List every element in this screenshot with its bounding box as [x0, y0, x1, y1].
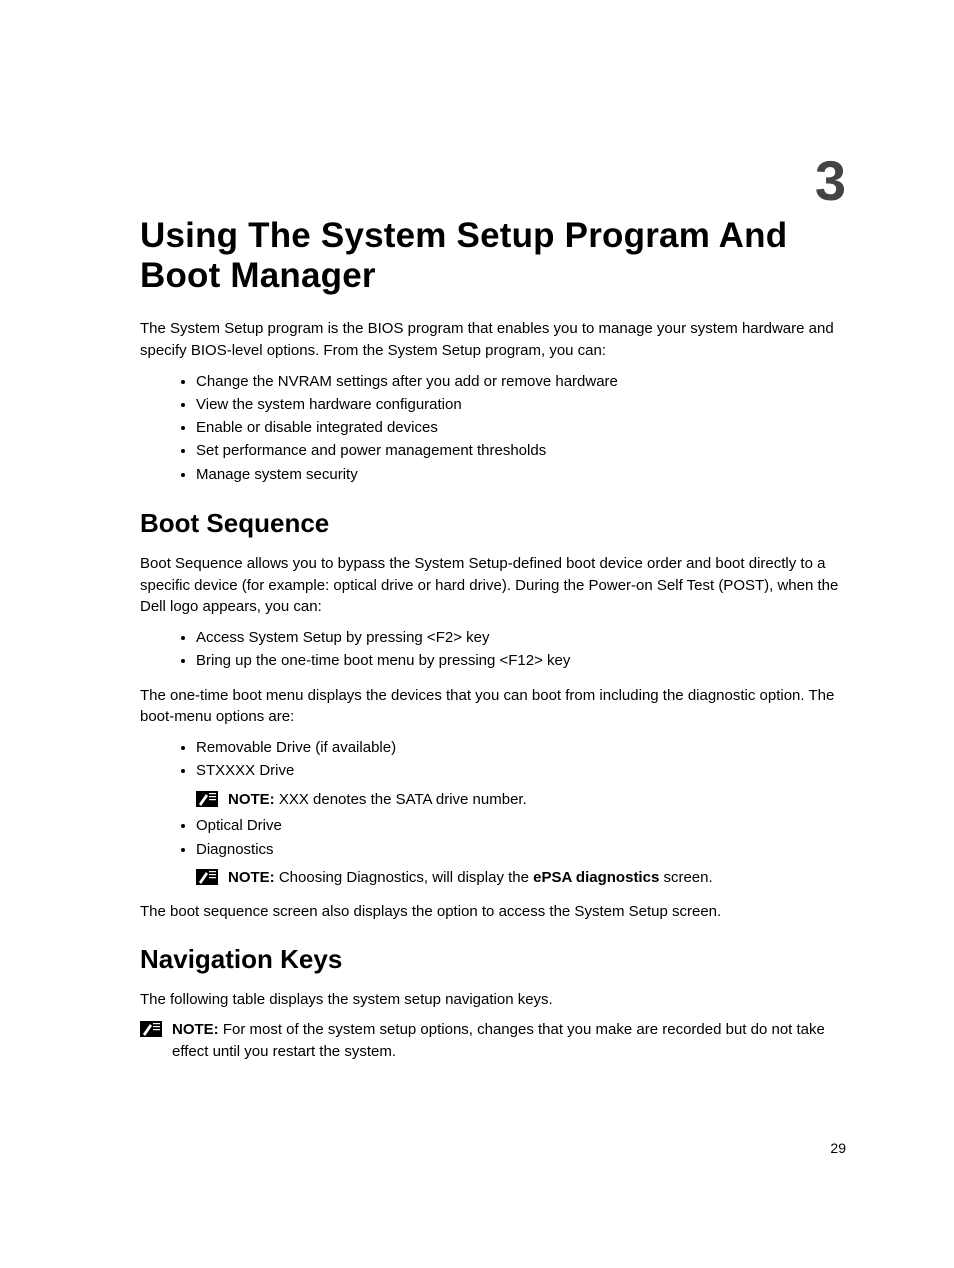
note-label: NOTE:: [228, 869, 279, 886]
page-title: Using The System Setup Program And Boot …: [140, 216, 846, 296]
chapter-number: 3: [815, 148, 846, 213]
list-item: Enable or disable integrated devices: [196, 416, 846, 439]
list-item: Change the NVRAM settings after you add …: [196, 370, 846, 393]
body-paragraph: Boot Sequence allows you to bypass the S…: [140, 553, 846, 618]
list-item: Access System Setup by pressing <F2> key: [196, 626, 846, 649]
note-body: XXX denotes the SATA drive number.: [279, 791, 527, 808]
note-body: For most of the system setup options, ch…: [172, 1021, 825, 1060]
list-item-text: Diagnostics: [196, 841, 274, 858]
body-paragraph: The following table displays the system …: [140, 989, 846, 1011]
section-heading-navigation-keys: Navigation Keys: [140, 944, 846, 975]
note-icon: [196, 791, 218, 807]
list-item: Manage system security: [196, 463, 846, 486]
list-item: View the system hardware configuration: [196, 393, 846, 416]
list-item-text: STXXXX Drive: [196, 762, 294, 779]
note-icon: [140, 1021, 162, 1037]
boot-menu-list: Removable Drive (if available) STXXXX Dr…: [140, 736, 846, 889]
note-body-pre: Choosing Diagnostics, will display the: [279, 869, 533, 886]
list-item: Set performance and power management thr…: [196, 439, 846, 462]
document-page: 3 Using The System Setup Program And Boo…: [0, 0, 954, 1268]
note-text: NOTE: For most of the system setup optio…: [172, 1019, 846, 1063]
note-text: NOTE: XXX denotes the SATA drive number.: [228, 789, 527, 811]
list-item: Diagnostics NOTE: Choosing Diagnostics, …: [196, 838, 846, 889]
list-item: STXXXX Drive NOTE: XXX denotes the SATA …: [196, 759, 846, 810]
boot-access-list: Access System Setup by pressing <F2> key…: [140, 626, 846, 673]
intro-list: Change the NVRAM settings after you add …: [140, 370, 846, 486]
note-label: NOTE:: [172, 1021, 223, 1038]
page-number: 29: [830, 1140, 846, 1156]
list-item: Optical Drive: [196, 814, 846, 837]
body-paragraph: The one-time boot menu displays the devi…: [140, 685, 846, 729]
note-block: NOTE: For most of the system setup optio…: [140, 1019, 846, 1063]
list-item: Removable Drive (if available): [196, 736, 846, 759]
note-icon: [196, 869, 218, 885]
section-heading-boot-sequence: Boot Sequence: [140, 508, 846, 539]
note-body-post: screen.: [659, 869, 712, 886]
intro-paragraph: The System Setup program is the BIOS pro…: [140, 318, 846, 362]
list-item: Bring up the one-time boot menu by press…: [196, 649, 846, 672]
note-label: NOTE:: [228, 791, 279, 808]
body-paragraph: The boot sequence screen also displays t…: [140, 901, 846, 923]
note-body-bold: ePSA diagnostics: [533, 869, 659, 886]
note-text: NOTE: Choosing Diagnostics, will display…: [228, 867, 713, 889]
